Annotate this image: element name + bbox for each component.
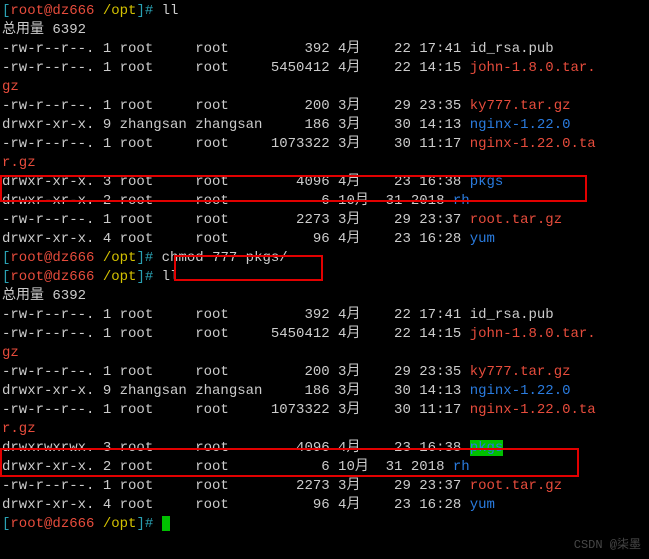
file-entry: drwxr-xr-x. 2 root root 6 10月 31 2018 rh [2,192,647,211]
prompt-line[interactable]: [root@dz666 /opt]# chmod 777 pkgs/ [2,250,288,266]
file-entry: -rw-r--r--. 1 root root 2273 3月 29 23:37… [2,211,647,230]
file-entry: -rw-r--r--. 1 root root 2273 3月 29 23:37… [2,477,647,496]
file-entry: drwxr-xr-x. 4 root root 96 4月 23 16:28 y… [2,230,647,249]
file-entry: -rw-r--r--. 1 root root 1073322 3月 30 11… [2,135,647,154]
prompt-line[interactable]: [root@dz666 /opt]# ll [2,269,178,285]
file-name-wrap: gz [2,78,647,97]
file-entry: -rw-r--r--. 1 root root 1073322 3月 30 11… [2,401,647,420]
file-name: john-1.8.0.tar. [470,60,596,76]
file-entry: drwxrwxrwx. 3 root root 4096 4月 23 16:38… [2,439,647,458]
file-entry: -rw-r--r--. 1 root root 200 3月 29 23:35 … [2,97,647,116]
file-entry: drwxr-xr-x. 9 zhangsan zhangsan 186 3月 3… [2,382,647,401]
total-line: 总用量 6392 [2,287,647,306]
file-name: yum [470,497,495,513]
file-name: pkgs [470,174,504,190]
file-name: rh [453,459,470,475]
file-name: nginx-1.22.0 [470,117,571,133]
prompt-line[interactable]: [root@dz666 /opt]# [2,516,170,532]
file-entry: -rw-r--r--. 1 root root 392 4月 22 17:41 … [2,306,647,325]
file-name: ky777.tar.gz [470,98,571,114]
file-name: nginx-1.22.0 [470,383,571,399]
file-name: yum [470,231,495,247]
terminal-output[interactable]: [root@dz666 /opt]# ll总用量 6392-rw-r--r--.… [2,2,647,534]
file-name: id_rsa.pub [470,307,554,323]
prompt-line[interactable]: [root@dz666 /opt]# ll [2,3,178,19]
file-name: ky777.tar.gz [470,364,571,380]
file-name: id_rsa.pub [470,41,554,57]
file-entry: drwxr-xr-x. 3 root root 4096 4月 23 16:38… [2,173,647,192]
file-name: root.tar.gz [470,212,562,228]
file-name: rh [453,193,470,209]
total-line: 总用量 6392 [2,21,647,40]
file-entry: drwxr-xr-x. 2 root root 6 10月 31 2018 rh [2,458,647,477]
file-name-wrap: r.gz [2,154,647,173]
file-name: nginx-1.22.0.ta [470,402,596,418]
file-name: nginx-1.22.0.ta [470,136,596,152]
file-name: pkgs [470,440,504,456]
file-name: root.tar.gz [470,478,562,494]
file-name-wrap: r.gz [2,420,647,439]
file-name-wrap: gz [2,344,647,363]
file-entry: -rw-r--r--. 1 root root 5450412 4月 22 14… [2,325,647,344]
file-entry: -rw-r--r--. 1 root root 5450412 4月 22 14… [2,59,647,78]
file-entry: drwxr-xr-x. 4 root root 96 4月 23 16:28 y… [2,496,647,515]
file-name: john-1.8.0.tar. [470,326,596,342]
file-entry: -rw-r--r--. 1 root root 200 3月 29 23:35 … [2,363,647,382]
cursor [162,516,170,531]
file-entry: drwxr-xr-x. 9 zhangsan zhangsan 186 3月 3… [2,116,647,135]
watermark: CSDN @柒墨 [574,536,641,555]
file-entry: -rw-r--r--. 1 root root 392 4月 22 17:41 … [2,40,647,59]
